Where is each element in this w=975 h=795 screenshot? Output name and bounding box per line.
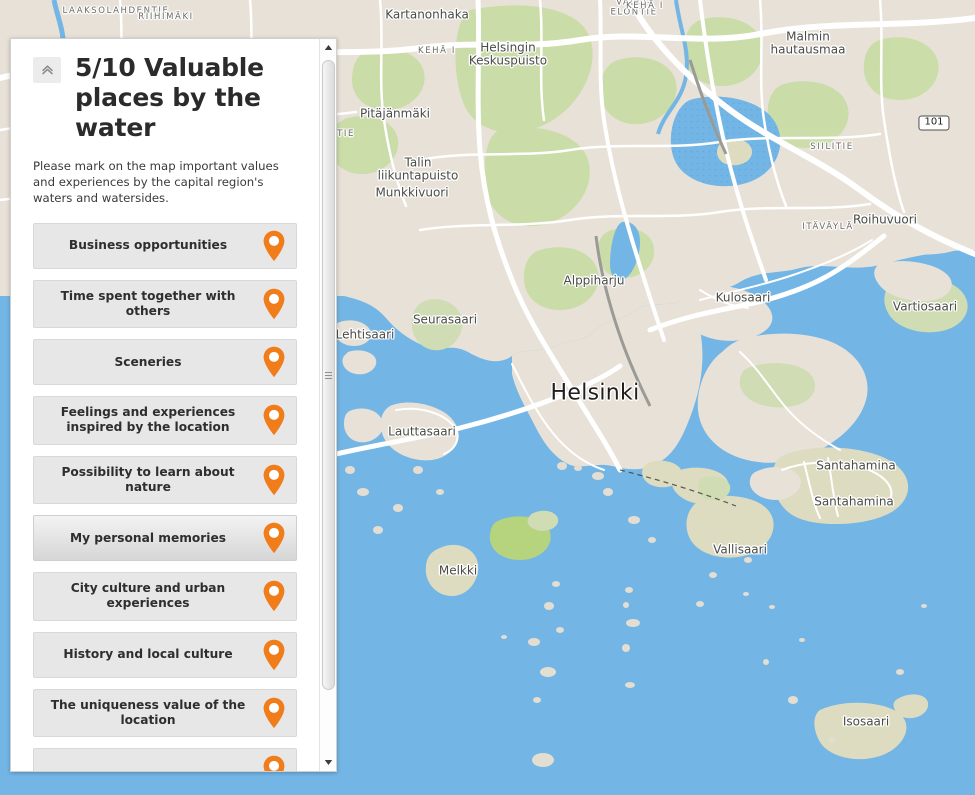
scrollbar-thumb[interactable] bbox=[322, 60, 335, 690]
app-root: Kartanonhaka KEHÄ I VALLI- ELONTIE KEHÄ I He… bbox=[0, 0, 975, 795]
value-option-label: Sceneries bbox=[114, 354, 182, 369]
map-pin-icon bbox=[263, 522, 285, 554]
value-option[interactable]: Feelings and experiences inspired by the… bbox=[33, 396, 297, 445]
value-option-list: Business opportunities Time spent togethe… bbox=[33, 222, 297, 771]
value-option-label: Time spent together with others bbox=[60, 288, 236, 318]
value-option-pin-button[interactable] bbox=[262, 229, 286, 262]
scrollbar-track[interactable] bbox=[320, 56, 336, 754]
caret-up-icon bbox=[324, 45, 333, 50]
value-option-pin-button[interactable] bbox=[262, 580, 286, 613]
map-pin-icon bbox=[263, 581, 285, 612]
map-pin-icon bbox=[263, 346, 285, 378]
value-option[interactable]: History and local culture bbox=[33, 631, 297, 678]
value-option[interactable]: The uniqueness value of the location bbox=[33, 688, 297, 738]
map-pin-icon bbox=[263, 697, 285, 729]
survey-panel: 5/10 Valuable places by the water Please… bbox=[10, 38, 337, 772]
value-option-pin-button[interactable] bbox=[262, 696, 286, 729]
scrollbar-grip-icon bbox=[325, 370, 332, 381]
value-option-label: Business opportunities bbox=[68, 238, 228, 253]
value-option[interactable] bbox=[33, 748, 297, 771]
map-pin-icon bbox=[263, 405, 285, 436]
map-pin-icon bbox=[263, 755, 285, 771]
panel-header: 5/10 Valuable places by the water bbox=[33, 53, 297, 143]
map-pin-icon bbox=[263, 464, 285, 496]
scrollbar-up-button[interactable] bbox=[320, 39, 336, 56]
value-option-pin-button[interactable] bbox=[262, 522, 286, 555]
panel-scrollbar[interactable] bbox=[319, 39, 336, 771]
value-option-pin-button[interactable] bbox=[262, 463, 286, 496]
value-option-label: Possibility to learn about nature bbox=[61, 464, 235, 494]
value-option-label: The uniqueness value of the location bbox=[50, 697, 246, 727]
survey-panel-content: 5/10 Valuable places by the water Please… bbox=[11, 39, 319, 771]
page-title: 5/10 Valuable places by the water bbox=[75, 53, 264, 142]
value-option[interactable]: City culture and urban experiences bbox=[33, 572, 297, 621]
value-option-pin-button[interactable] bbox=[262, 346, 286, 379]
value-option[interactable]: My personal memories bbox=[33, 515, 297, 562]
panel-description: Please mark on the map important values … bbox=[33, 159, 279, 205]
value-option-pin-button[interactable] bbox=[262, 404, 286, 437]
value-option[interactable]: Possibility to learn about nature bbox=[33, 455, 297, 505]
value-option[interactable]: Sceneries bbox=[33, 339, 297, 386]
map-pin-icon bbox=[263, 288, 285, 320]
value-option-label: History and local culture bbox=[63, 647, 233, 662]
value-option[interactable]: Business opportunities bbox=[33, 222, 297, 269]
collapse-panel-button[interactable] bbox=[33, 57, 61, 83]
value-option-label: City culture and urban experiences bbox=[70, 581, 226, 611]
value-option[interactable]: Time spent together with others bbox=[33, 279, 297, 329]
map-pin-icon bbox=[263, 639, 285, 670]
value-option-label: My personal memories bbox=[69, 530, 226, 545]
scrollbar-down-button[interactable] bbox=[320, 754, 336, 771]
caret-down-icon bbox=[324, 760, 333, 765]
map-pin-icon bbox=[263, 230, 285, 261]
value-option-pin-button[interactable] bbox=[262, 287, 286, 320]
value-option-label: Feelings and experiences inspired by the… bbox=[60, 405, 236, 435]
value-option-pin-button[interactable] bbox=[262, 755, 286, 771]
chevron-double-up-icon bbox=[41, 65, 53, 75]
value-option-pin-button[interactable] bbox=[262, 638, 286, 671]
